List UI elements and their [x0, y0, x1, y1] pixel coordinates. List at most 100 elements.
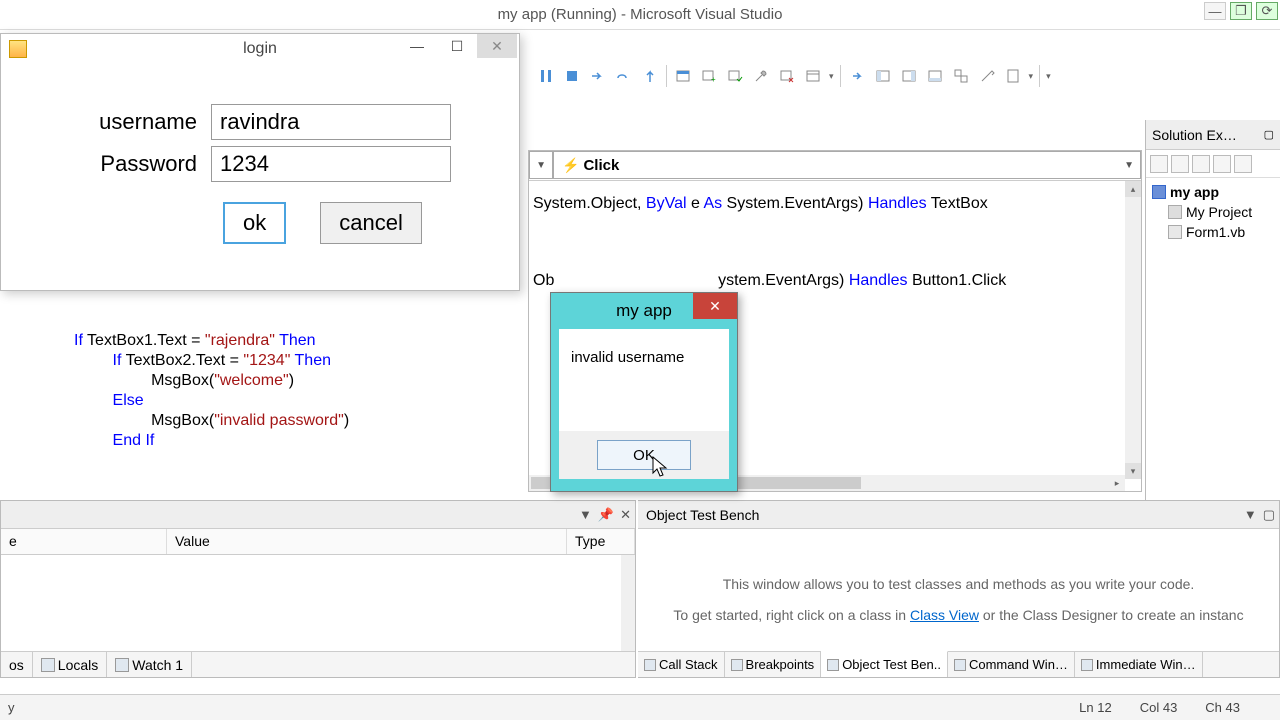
tab-object-test-bench[interactable]: Object Test Ben.. — [821, 651, 948, 677]
locals-scrollbar[interactable] — [621, 555, 635, 651]
arrow-right-icon[interactable] — [845, 64, 869, 88]
event-dropdown[interactable]: ⚡Click▼ — [553, 151, 1141, 179]
vb-project-icon — [1152, 185, 1166, 199]
tab-locals[interactable]: Locals — [33, 652, 107, 677]
locals-columns: e Value Type — [1, 529, 635, 555]
otb-header-text: Object Test Bench — [646, 507, 759, 523]
editor-vscrollbar[interactable]: ▴▾ — [1125, 181, 1141, 479]
status-ch: Ch 43 — [1205, 700, 1240, 715]
window-plus-icon[interactable]: + — [697, 64, 721, 88]
window-x-icon[interactable] — [775, 64, 799, 88]
locals-col-value[interactable]: Value — [167, 529, 567, 554]
callstack-icon — [644, 659, 656, 671]
locals-col-type[interactable]: Type — [567, 529, 635, 554]
cmdwin-icon — [954, 659, 966, 671]
form-icon — [1168, 225, 1182, 239]
window-cal-icon[interactable] — [801, 64, 825, 88]
toolbar-overflow-icon[interactable]: ▾ — [1044, 71, 1053, 82]
solution-root-node[interactable]: my app — [1152, 182, 1274, 202]
object-test-bench-panel: Object Test Bench ▼ ▢ This window allows … — [638, 500, 1280, 678]
step-into-icon[interactable] — [586, 64, 610, 88]
my-project-node[interactable]: My Project — [1152, 202, 1274, 222]
msgbox-title: my app — [616, 301, 672, 321]
message-box: my app ✕ invalid username OK — [550, 292, 738, 492]
msgbox-title-bar[interactable]: my app ✕ — [551, 293, 737, 329]
cancel-button[interactable]: cancel — [320, 202, 422, 244]
panel-icon-4[interactable] — [949, 64, 973, 88]
status-ln: Ln 12 — [1079, 700, 1112, 715]
pause-icon[interactable] — [534, 64, 558, 88]
project-props-icon — [1168, 205, 1182, 219]
tab-watch1[interactable]: Watch 1 — [107, 652, 192, 677]
status-bar: y Ln 12 Col 43 Ch 43 — [0, 694, 1280, 720]
tab-call-stack[interactable]: Call Stack — [638, 652, 725, 677]
window-icon[interactable] — [671, 64, 695, 88]
toolbar-drop-icon[interactable]: ▾ — [827, 71, 836, 82]
locals-close-icon[interactable]: ✕ — [620, 507, 631, 523]
object-dropdown[interactable]: ▼ — [529, 151, 553, 179]
otb-text-1: This window allows you to test classes a… — [658, 569, 1259, 600]
wand-icon[interactable] — [975, 64, 999, 88]
locals-col-name[interactable]: e — [1, 529, 167, 554]
username-label: username — [91, 109, 211, 135]
panel-icon-2[interactable] — [897, 64, 921, 88]
sol-tool-5[interactable] — [1234, 155, 1252, 173]
tab-command-window[interactable]: Command Win… — [948, 652, 1075, 677]
form1-node[interactable]: Form1.vb — [1152, 222, 1274, 242]
sol-tool-4[interactable] — [1213, 155, 1231, 173]
ok-button[interactable]: ok — [223, 202, 286, 244]
toolbar-drop2-icon[interactable]: ▾ — [1027, 71, 1036, 82]
tab-breakpoints[interactable]: Breakpoints — [725, 652, 822, 677]
login-title-bar[interactable]: login — ☐ ✕ — [1, 34, 519, 64]
step-over-icon[interactable] — [612, 64, 636, 88]
watch-tab-icon — [115, 658, 129, 672]
login-window: login — ☐ ✕ username Password ok cancel — [0, 33, 520, 291]
login-minimize-button[interactable]: — — [397, 34, 437, 58]
msgbox-text: invalid username — [559, 329, 729, 431]
msgbox-close-button[interactable]: ✕ — [693, 293, 737, 319]
solution-explorer-header[interactable]: Solution Ex…▢ — [1146, 120, 1280, 150]
ide-title-bar: my app (Running) - Microsoft Visual Stud… — [0, 0, 1280, 30]
otb-text-2: To get started, right click on a class i… — [658, 600, 1259, 631]
immwin-icon — [1081, 659, 1093, 671]
login-maximize-button[interactable]: ☐ — [437, 34, 477, 58]
svg-text:+: + — [711, 75, 716, 84]
ide-other-button[interactable]: ⟳ — [1256, 2, 1278, 20]
sol-tool-2[interactable] — [1171, 155, 1189, 173]
ide-minimize-button[interactable]: — — [1204, 2, 1226, 20]
solution-tree: my app My Project Form1.vb — [1146, 178, 1280, 246]
breakpoints-icon — [731, 659, 743, 671]
status-left: y — [0, 700, 15, 715]
locals-pin-icon[interactable]: 📌 — [598, 507, 614, 523]
otb-header[interactable]: Object Test Bench ▼ ▢ — [638, 501, 1279, 529]
username-input[interactable] — [211, 104, 451, 140]
locals-header[interactable]: ▼ 📌 ✕ — [1, 501, 635, 529]
password-label: Password — [91, 151, 211, 177]
locals-panel: ▼ 📌 ✕ e Value Type os Locals Watch 1 — [0, 500, 636, 678]
page-icon[interactable] — [1001, 64, 1025, 88]
sol-tool-3[interactable] — [1192, 155, 1210, 173]
ide-restore-button[interactable]: ❐ — [1230, 2, 1252, 20]
solution-explorer: Solution Ex…▢ my app My Project Form1.vb — [1145, 120, 1280, 500]
tools-icon[interactable] — [749, 64, 773, 88]
panel-icon-3[interactable] — [923, 64, 947, 88]
locals-drop-icon[interactable]: ▼ — [579, 507, 592, 523]
otb-pin-icon[interactable]: ▢ — [1263, 507, 1275, 523]
code-under-login: If TextBox1.Text = "rajendra" Then If Te… — [74, 330, 349, 450]
otb-icon — [827, 659, 839, 671]
tab-os[interactable]: os — [1, 652, 33, 677]
class-view-link[interactable]: Class View — [910, 607, 979, 623]
login-close-button[interactable]: ✕ — [477, 34, 517, 58]
password-input[interactable] — [211, 146, 451, 182]
otb-drop-icon[interactable]: ▼ — [1244, 507, 1257, 523]
step-out-icon[interactable] — [638, 64, 662, 88]
window-check-icon[interactable] — [723, 64, 747, 88]
status-col: Col 43 — [1140, 700, 1178, 715]
msgbox-ok-button[interactable]: OK — [597, 440, 691, 470]
sol-tool-1[interactable] — [1150, 155, 1168, 173]
otb-body: This window allows you to test classes a… — [638, 529, 1279, 671]
stop-icon[interactable] — [560, 64, 584, 88]
tab-immediate-window[interactable]: Immediate Win… — [1075, 652, 1203, 677]
panel-icon-1[interactable] — [871, 64, 895, 88]
solution-toolbar — [1146, 150, 1280, 178]
